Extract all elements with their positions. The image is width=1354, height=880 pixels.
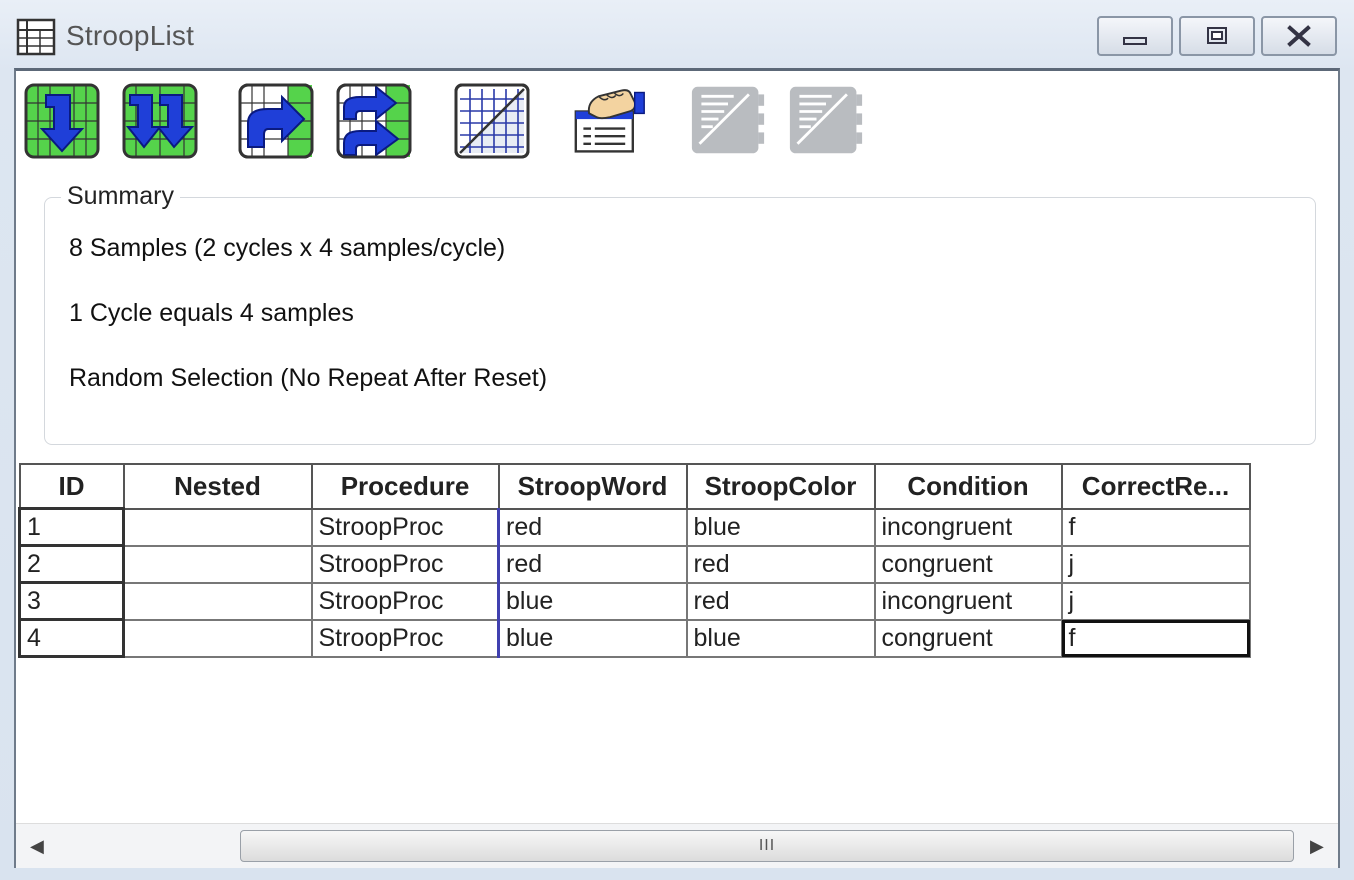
cell-correctresponse[interactable]: j (1060, 581, 1251, 621)
table-row: 3 StroopProc blue red incongruent j (18, 581, 1251, 621)
cell-condition[interactable]: congruent (873, 544, 1063, 584)
cell-condition[interactable]: congruent (873, 618, 1063, 658)
add-attribute-icon[interactable] (238, 83, 314, 159)
cell-correctresponse-selected[interactable]: f (1060, 618, 1251, 658)
list-grid: ID Nested Procedure StroopWord StroopCol… (18, 463, 1251, 658)
table-grid-icon[interactable] (454, 83, 530, 159)
column-header-stroopword[interactable]: StroopWord (497, 463, 688, 510)
cell-id[interactable]: 4 (18, 618, 125, 658)
cell-nested[interactable] (122, 581, 313, 621)
window-title: StroopList (66, 20, 195, 51)
column-header-stroopcolor[interactable]: StroopColor (685, 463, 876, 510)
scroll-right-arrow-icon[interactable]: ▶ (1310, 836, 1324, 857)
cell-stroopcolor[interactable]: red (685, 544, 876, 584)
cell-procedure[interactable]: StroopProc (310, 507, 500, 547)
maximize-icon (1207, 27, 1227, 44)
summary-cycle-line: 1 Cycle equals 4 samples (69, 299, 354, 327)
horizontal-scrollbar[interactable]: ◀ III ▶ (16, 823, 1338, 868)
title-bar[interactable]: StroopList (0, 0, 1354, 68)
cell-condition[interactable]: incongruent (873, 507, 1063, 547)
cell-nested[interactable] (122, 507, 313, 547)
cell-condition[interactable]: incongruent (873, 581, 1063, 621)
summary-legend: Summary (61, 182, 180, 211)
cell-procedure[interactable]: StroopProc (310, 581, 500, 621)
cell-procedure[interactable]: StroopProc (310, 544, 500, 584)
table-row: 4 StroopProc blue blue congruent f (18, 618, 1251, 658)
column-header-procedure[interactable]: Procedure (310, 463, 500, 510)
summary-selection-line: Random Selection (No Repeat After Reset) (69, 364, 548, 392)
cell-stroopcolor[interactable]: blue (685, 618, 876, 658)
minimize-button[interactable] (1097, 16, 1173, 56)
summary-samples-line: 8 Samples (2 cycles x 4 samples/cycle) (69, 234, 506, 262)
cell-nested[interactable] (122, 544, 313, 584)
cell-stroopcolor[interactable]: blue (685, 507, 876, 547)
column-header-correctresponse[interactable]: CorrectRe... (1060, 463, 1251, 510)
toolbar (24, 83, 924, 163)
cell-nested[interactable] (122, 618, 313, 658)
header-row: ID Nested Procedure StroopWord StroopCol… (18, 463, 1251, 510)
scroll-left-arrow-icon[interactable]: ◀ (30, 836, 44, 857)
add-multiple-attributes-icon[interactable] (336, 83, 412, 159)
maximize-button[interactable] (1179, 16, 1255, 56)
list-editor-pane: Summary 8 Samples (2 cycles x 4 samples/… (14, 68, 1340, 868)
cell-id[interactable]: 1 (18, 507, 125, 547)
cell-procedure[interactable]: StroopProc (310, 618, 500, 658)
add-level-icon[interactable] (24, 83, 100, 159)
minimize-icon (1123, 37, 1147, 45)
column-header-id[interactable]: ID (18, 463, 125, 510)
cell-correctresponse[interactable]: j (1060, 544, 1251, 584)
close-button[interactable] (1261, 16, 1337, 56)
cell-stroopword[interactable]: blue (497, 618, 688, 658)
property-pages-icon[interactable] (572, 83, 648, 159)
cell-id[interactable]: 2 (18, 544, 125, 584)
add-multiple-levels-icon[interactable] (122, 83, 198, 159)
restore-levels-icon (789, 86, 863, 154)
collapse-levels-icon (691, 86, 765, 154)
scrollbar-grip: III (758, 837, 776, 854)
summary-panel: Summary 8 Samples (2 cycles x 4 samples/… (44, 182, 1316, 445)
close-icon (1287, 25, 1311, 47)
cell-stroopword[interactable]: blue (497, 581, 688, 621)
stroop-list-window: StroopList Summary 8 Samples (2 cycles x… (0, 0, 1354, 880)
cell-stroopword[interactable]: red (497, 544, 688, 584)
list-table: ID Nested Procedure StroopWord StroopCol… (18, 463, 1251, 658)
table-row: 1 StroopProc red blue incongruent f (18, 507, 1251, 547)
column-header-nested[interactable]: Nested (122, 463, 313, 510)
cell-stroopword[interactable]: red (497, 507, 688, 547)
scrollbar-thumb[interactable]: III (240, 830, 1294, 862)
table-row: 2 StroopProc red red congruent j (18, 544, 1251, 584)
cell-id[interactable]: 3 (18, 581, 125, 621)
column-header-condition[interactable]: Condition (873, 463, 1063, 510)
cell-correctresponse[interactable]: f (1060, 507, 1251, 547)
cell-stroopcolor[interactable]: red (685, 581, 876, 621)
list-grid-icon (16, 18, 56, 56)
